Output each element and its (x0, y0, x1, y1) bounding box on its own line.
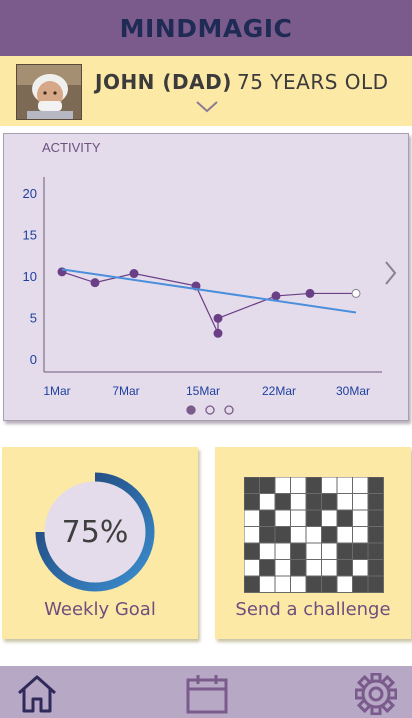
bottom-nav (0, 666, 412, 718)
gear-icon[interactable] (355, 673, 397, 715)
y-axis: 0 5 10 15 20 (23, 186, 37, 367)
chart-title: ACTIVITY (42, 140, 101, 155)
activity-point[interactable] (271, 291, 281, 301)
puzzle-grid-icon (244, 477, 384, 593)
profile-age: 75 YEARS OLD (237, 70, 389, 94)
activity-point[interactable] (213, 328, 223, 338)
pager-dot[interactable] (186, 405, 196, 415)
y-tick-label: 20 (23, 186, 37, 201)
weekly-goal-label: Weekly Goal (44, 599, 156, 620)
app-title: MINDMAGIC (119, 13, 293, 43)
pager-dot[interactable] (205, 405, 215, 415)
activity-point[interactable] (213, 313, 223, 323)
profile-bar[interactable]: JOHN (DAD) 75 YEARS OLD (0, 56, 412, 126)
y-tick-label: 5 (30, 311, 37, 326)
x-tick-label: 22Mar (262, 384, 296, 398)
y-tick-label: 0 (30, 352, 37, 367)
activity-point[interactable] (90, 278, 100, 288)
x-tick-label: 1Mar (43, 384, 70, 398)
activity-chart: ACTIVITY 0 5 10 15 20 1Mar 7Mar 15Mar 22Mar 30Ma… (23, 140, 397, 415)
chart-series (57, 267, 361, 338)
app-header: MINDMAGIC (0, 0, 412, 56)
weekly-goal-tile[interactable]: 75% Weekly Goal (2, 447, 198, 639)
activity-point[interactable] (351, 288, 361, 298)
send-challenge-tile[interactable]: Send a challenge (215, 447, 411, 639)
chevron-right-icon[interactable] (385, 261, 397, 285)
y-tick-label: 10 (23, 269, 37, 284)
x-tick-label: 15Mar (186, 384, 220, 398)
send-challenge-label: Send a challenge (235, 599, 391, 620)
activity-point[interactable] (305, 288, 315, 298)
x-tick-label: 30Mar (336, 384, 370, 398)
activity-line (61, 271, 356, 334)
x-tick-label: 7Mar (112, 384, 139, 398)
calendar-icon[interactable] (185, 673, 229, 715)
avatar (16, 64, 82, 120)
profile-name: JOHN (DAD) (95, 70, 232, 94)
activity-chart-card: ACTIVITY 0 5 10 15 20 1Mar 7Mar 15Mar 22Mar 30Ma… (3, 133, 409, 421)
y-tick-label: 15 (23, 228, 37, 243)
x-axis: 1Mar 7Mar 15Mar 22Mar 30Mar (43, 384, 370, 398)
activity-point[interactable] (129, 269, 139, 279)
chart-pager[interactable] (186, 405, 234, 415)
chevron-down-icon[interactable] (196, 101, 218, 113)
home-icon[interactable] (16, 674, 58, 714)
pager-dot[interactable] (224, 405, 234, 415)
goal-percent: 75% (61, 514, 129, 550)
